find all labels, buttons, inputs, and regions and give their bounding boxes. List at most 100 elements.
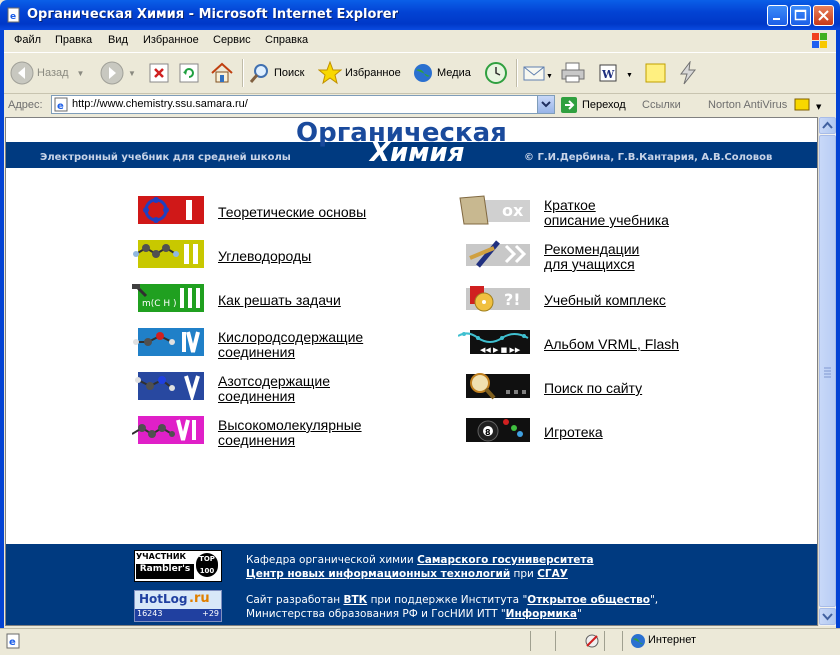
ie-page-icon: e <box>54 97 68 112</box>
svg-text:?!: ?! <box>504 290 521 309</box>
forward-button[interactable]: ▼ <box>100 59 136 87</box>
favorites-button[interactable]: Избранное <box>318 59 401 87</box>
star-icon <box>318 61 342 85</box>
svg-text:▼: ▼ <box>546 73 552 80</box>
home-button[interactable] <box>210 59 234 87</box>
norton-antivirus-button[interactable]: Norton AntiVirus <box>708 99 787 111</box>
menu-file[interactable]: Файл <box>14 34 41 46</box>
refresh-button[interactable] <box>178 59 200 87</box>
back-dropdown-icon[interactable]: ▼ <box>77 69 85 78</box>
links-button[interactable]: Ссылки <box>642 99 681 111</box>
media-globe-icon <box>414 64 432 82</box>
nav-games-label: Игротека <box>544 424 603 440</box>
site-header: Органическая Химия Электронный учебник д… <box>6 118 817 168</box>
mail-button[interactable]: ▼ <box>522 59 552 87</box>
maximize-button[interactable] <box>790 5 811 26</box>
svg-text:▼: ▼ <box>816 103 822 111</box>
refresh-icon <box>179 63 199 83</box>
menu-view[interactable]: Вид <box>108 34 128 46</box>
link-informika[interactable]: Информика <box>506 608 577 620</box>
nav-album-label: Альбом VRML, Flash <box>544 336 680 352</box>
menu-favorites[interactable]: Избранное <box>143 34 199 46</box>
svg-text:e: e <box>10 12 16 22</box>
nav-complex-label: Учебный комплекс <box>544 292 666 308</box>
molecule-I-icon <box>138 196 204 224</box>
scroll-thumb[interactable] <box>819 135 836 607</box>
close-icon <box>818 10 829 21</box>
edit-button[interactable]: W ▼ <box>598 59 634 87</box>
svg-text:e: e <box>57 101 64 112</box>
molecule-IV-icon <box>133 328 204 356</box>
minimize-icon <box>773 18 780 20</box>
close-button[interactable] <box>813 5 834 26</box>
magnifier-icon <box>466 373 530 400</box>
vertical-scrollbar[interactable] <box>818 117 836 626</box>
search-button[interactable]: Поиск <box>249 59 304 87</box>
address-input[interactable]: e http://www.chemistry.ssu.samara.ru/ <box>51 95 555 114</box>
stop-button[interactable] <box>148 59 170 87</box>
cd-icon: ?! <box>466 286 530 312</box>
chevron-up-icon <box>822 121 833 129</box>
windows-logo-icon <box>812 33 827 48</box>
link-samara-university[interactable]: Самарского госуниверситета <box>417 554 594 566</box>
nav-theory-label: Теоретические основы <box>218 204 367 220</box>
footer-line-4: Министерства образования РФ и ГосНИИ ИТТ… <box>246 608 582 620</box>
molecule-V-icon <box>135 372 204 402</box>
address-url: http://www.chemistry.ssu.samara.ru/ <box>72 98 248 110</box>
billiard-ball-icon: 8 <box>466 418 530 442</box>
link-nit-center[interactable]: Центр новых информационных технологий <box>246 568 510 580</box>
nav-recommendations-label: Рекомендации для учащихся <box>544 241 640 272</box>
ie-page-icon: e <box>7 7 20 23</box>
address-dropdown-button[interactable] <box>537 96 554 113</box>
link-vtk[interactable]: ВТК <box>343 594 367 606</box>
forward-dropdown-icon[interactable]: ▼ <box>128 69 136 78</box>
maximize-icon <box>794 9 807 21</box>
toolbar: Назад ▼ ▼ Поиск Избранное Медиа ▼ W ▼ <box>4 53 836 94</box>
scroll-down-button[interactable] <box>819 608 836 625</box>
hotlog-badge[interactable]: HotLog .ru 16243 +29 <box>134 590 222 622</box>
footer-line-2: Центр новых информационных технологий пр… <box>246 568 568 580</box>
address-label: Адрес: <box>8 99 43 111</box>
privacy-icon[interactable] <box>584 633 600 649</box>
svg-text:◀◀ ▶ ■ ▶▶: ◀◀ ▶ ■ ▶▶ <box>480 346 521 354</box>
page-done-icon: e <box>6 633 20 649</box>
window-frame-right <box>836 30 840 628</box>
molecule-II-icon <box>133 240 204 268</box>
minimize-button[interactable] <box>767 5 788 26</box>
link-sgau[interactable]: СГАУ <box>537 568 568 580</box>
media-button[interactable]: Медиа <box>412 59 471 87</box>
stop-icon <box>149 63 169 83</box>
svg-text:ox: ox <box>502 201 524 220</box>
nav-search-label: Поиск по сайту <box>544 380 643 396</box>
chevron-down-icon <box>822 613 833 621</box>
svg-text:▼: ▼ <box>626 72 633 79</box>
history-button[interactable] <box>484 59 508 87</box>
svg-text:e: e <box>9 637 16 648</box>
go-button[interactable]: Переход <box>560 96 626 114</box>
film-strip-icon: ◀◀ ▶ ■ ▶▶ <box>458 330 530 354</box>
toolbar-separator <box>516 59 518 87</box>
norton-icon[interactable]: ▼ <box>794 97 830 113</box>
discuss-button[interactable] <box>644 59 668 87</box>
menu-edit[interactable]: Правка <box>55 34 92 46</box>
messenger-button[interactable] <box>676 59 700 87</box>
menu-bar: Файл Правка Вид Избранное Сервис Справка <box>4 30 836 53</box>
print-button[interactable] <box>560 59 586 87</box>
menu-tools[interactable]: Сервис <box>213 34 251 46</box>
scroll-up-button[interactable] <box>819 117 836 134</box>
link-open-society[interactable]: Открытое общество <box>527 594 650 606</box>
note-icon <box>645 63 666 83</box>
rambler-top100-badge[interactable]: УЧАСТНИК Rambler's TOP 100 <box>134 550 222 582</box>
nav-description-label: Краткое описание учебника <box>544 197 669 228</box>
window-title: Органическая Химия - Microsoft Internet … <box>27 7 399 22</box>
security-zone-label: Интернет <box>648 634 696 646</box>
status-bar: e Интернет <box>0 628 840 655</box>
back-button[interactable]: Назад ▼ <box>10 59 84 87</box>
menu-help[interactable]: Справка <box>265 34 308 46</box>
footer-line-1: Кафедра органической химии Самарского го… <box>246 554 594 566</box>
svg-text:W: W <box>601 68 615 81</box>
page-content: Органическая Химия Электронный учебник д… <box>5 117 818 626</box>
title-bar: e Органическая Химия - Microsoft Interne… <box>0 0 840 30</box>
lightning-icon <box>680 61 697 85</box>
window-frame-left <box>0 30 4 628</box>
